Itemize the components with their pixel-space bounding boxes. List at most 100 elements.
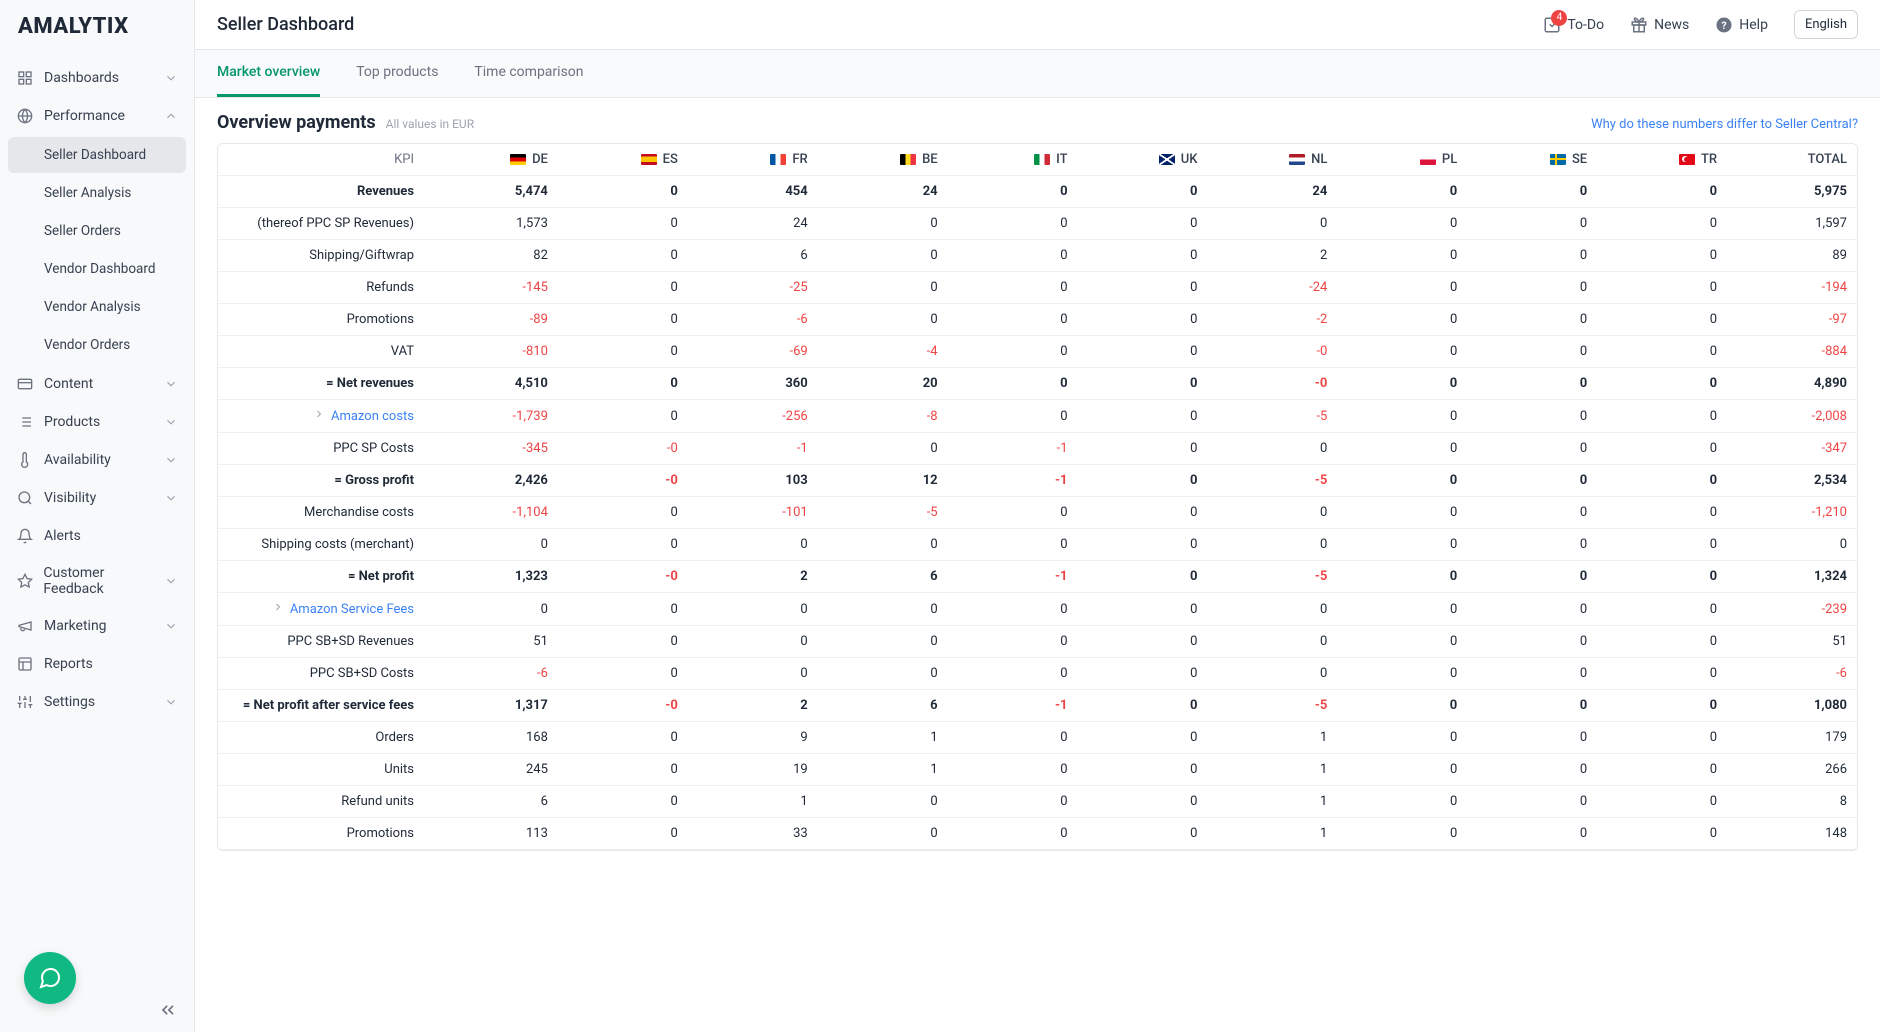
col-it: IT <box>948 144 1078 176</box>
flag-be-icon <box>900 154 916 165</box>
kpi-label: Orders <box>375 730 414 745</box>
table-row: Refunds-1450-25000-24000-194 <box>218 272 1857 304</box>
star-icon <box>16 572 33 590</box>
language-select[interactable]: English <box>1794 10 1858 39</box>
todo-badge: 4 <box>1551 10 1567 26</box>
col-total: TOTAL <box>1727 144 1857 176</box>
sidebar-item-products[interactable]: Products <box>0 403 194 441</box>
kpi-label: = Net profit <box>348 569 414 584</box>
payments-table: KPIDEESFRBEITUKNLPLSETRTOTALRevenues5,47… <box>217 143 1858 851</box>
sidebar-item-dashboards[interactable]: Dashboards <box>0 59 194 97</box>
help-link[interactable]: ? Help <box>1715 16 1768 34</box>
kpi-label: = Net profit after service fees <box>243 698 414 713</box>
sidebar: AMALYTIX DashboardsPerformanceSeller Das… <box>0 0 195 1032</box>
chevron-down-icon <box>164 695 178 709</box>
table-row: Shipping/Giftwrap8206000200089 <box>218 240 1857 272</box>
kpi-label: Revenues <box>357 184 414 199</box>
kpi-label: Promotions <box>347 826 414 841</box>
sidebar-item-visibility[interactable]: Visibility <box>0 479 194 517</box>
tab-time-comparison[interactable]: Time comparison <box>474 50 583 97</box>
flag-es-icon <box>641 154 657 165</box>
list-icon <box>16 413 34 431</box>
chevron-down-icon <box>164 71 178 85</box>
kpi-label: Shipping costs (merchant) <box>261 537 414 552</box>
kpi-label: Shipping/Giftwrap <box>309 248 414 263</box>
chevron-right-icon[interactable] <box>313 408 327 420</box>
table-row: Shipping costs (merchant)00000000000 <box>218 529 1857 561</box>
kpi-label: PPC SP Costs <box>333 441 414 456</box>
svg-text:?: ? <box>1722 18 1727 31</box>
sidebar-sub-seller-orders[interactable]: Seller Orders <box>8 213 186 249</box>
sidebar-item-availability[interactable]: Availability <box>0 441 194 479</box>
sidebar-item-alerts[interactable]: Alerts <box>0 517 194 555</box>
sidebar-sub-seller-analysis[interactable]: Seller Analysis <box>8 175 186 211</box>
chevron-down-icon <box>164 415 178 429</box>
todo-link[interactable]: 4 To-Do <box>1543 16 1604 34</box>
table-row: PPC SP Costs-345-0-10-100000-347 <box>218 433 1857 465</box>
table-row: PPC SB+SD Costs-6000000000-6 <box>218 658 1857 690</box>
tab-market-overview[interactable]: Market overview <box>217 50 320 97</box>
flag-de-icon <box>510 154 526 165</box>
table-row: Units2450191001000266 <box>218 754 1857 786</box>
col-fr: FR <box>688 144 818 176</box>
sidebar-item-content[interactable]: Content <box>0 365 194 403</box>
sidebar-sub-seller-dashboard[interactable]: Seller Dashboard <box>8 137 186 173</box>
dashboard-icon <box>16 69 34 87</box>
flag-tr-icon <box>1679 154 1695 165</box>
thermometer-icon <box>16 451 34 469</box>
table-row: PPC SB+SD Revenues5100000000051 <box>218 626 1857 658</box>
col-nl: NL <box>1207 144 1337 176</box>
flag-fr-icon <box>770 154 786 165</box>
kpi-label: Refund units <box>341 794 414 809</box>
flag-uk-icon <box>1159 154 1175 165</box>
todo-icon: 4 <box>1543 16 1561 34</box>
sidebar-sub-vendor-orders[interactable]: Vendor Orders <box>8 327 186 363</box>
table-row: VAT-8100-69-400-0000-884 <box>218 336 1857 368</box>
chevron-right-icon[interactable] <box>272 601 286 613</box>
col-de: DE <box>428 144 558 176</box>
sidebar-item-customer-feedback[interactable]: Customer Feedback <box>0 555 194 607</box>
tabs: Market overview Top products Time comparis… <box>195 50 1880 98</box>
nav: DashboardsPerformanceSeller DashboardSel… <box>0 53 194 1032</box>
chat-fab[interactable] <box>24 952 76 1004</box>
sliders-icon <box>16 693 34 711</box>
chevron-down-icon <box>164 453 178 467</box>
table-row: Promotions-890-6000-2000-97 <box>218 304 1857 336</box>
sidebar-item-settings[interactable]: Settings <box>0 683 194 721</box>
chevron-down-icon <box>164 491 178 505</box>
kpi-label: PPC SB+SD Costs <box>310 666 414 681</box>
flag-pl-icon <box>1420 154 1436 165</box>
flag-it-icon <box>1034 154 1050 165</box>
kpi-label[interactable]: Amazon Service Fees <box>290 602 414 617</box>
info-link[interactable]: Why do these numbers differ to Seller Ce… <box>1591 117 1858 132</box>
table-row: = Gross profit2,426-010312-10-50002,534 <box>218 465 1857 497</box>
kpi-label: PPC SB+SD Revenues <box>287 634 414 649</box>
col-uk: UK <box>1078 144 1208 176</box>
section-title: Overview payments <box>217 112 376 133</box>
sidebar-item-reports[interactable]: Reports <box>0 645 194 683</box>
tab-top-products[interactable]: Top products <box>356 50 438 97</box>
bell-icon <box>16 527 34 545</box>
news-link[interactable]: News <box>1630 16 1689 34</box>
table-row: = Net revenues4,51003602000-00004,890 <box>218 368 1857 400</box>
card-icon <box>16 375 34 393</box>
sidebar-sub-vendor-analysis[interactable]: Vendor Analysis <box>8 289 186 325</box>
table-row: (thereof PPC SP Revenues)1,5730240000000… <box>218 208 1857 240</box>
sidebar-sub-vendor-dashboard[interactable]: Vendor Dashboard <box>8 251 186 287</box>
col-tr: TR <box>1597 144 1727 176</box>
table-row: Orders168091001000179 <box>218 722 1857 754</box>
kpi-label: Promotions <box>347 312 414 327</box>
section-subtitle: All values in EUR <box>386 117 474 131</box>
table-icon <box>16 655 34 673</box>
globe-icon <box>16 107 34 125</box>
sidebar-collapse[interactable] <box>158 1000 178 1020</box>
search-icon <box>16 489 34 507</box>
table-row: Revenues5,47404542400240005,975 <box>218 176 1857 208</box>
sidebar-item-performance[interactable]: Performance <box>0 97 194 135</box>
sidebar-item-marketing[interactable]: Marketing <box>0 607 194 645</box>
gift-icon <box>1630 16 1648 34</box>
flag-nl-icon <box>1289 154 1305 165</box>
flag-se-icon <box>1550 154 1566 165</box>
kpi-label: = Net revenues <box>326 376 414 391</box>
kpi-label[interactable]: Amazon costs <box>331 409 414 424</box>
